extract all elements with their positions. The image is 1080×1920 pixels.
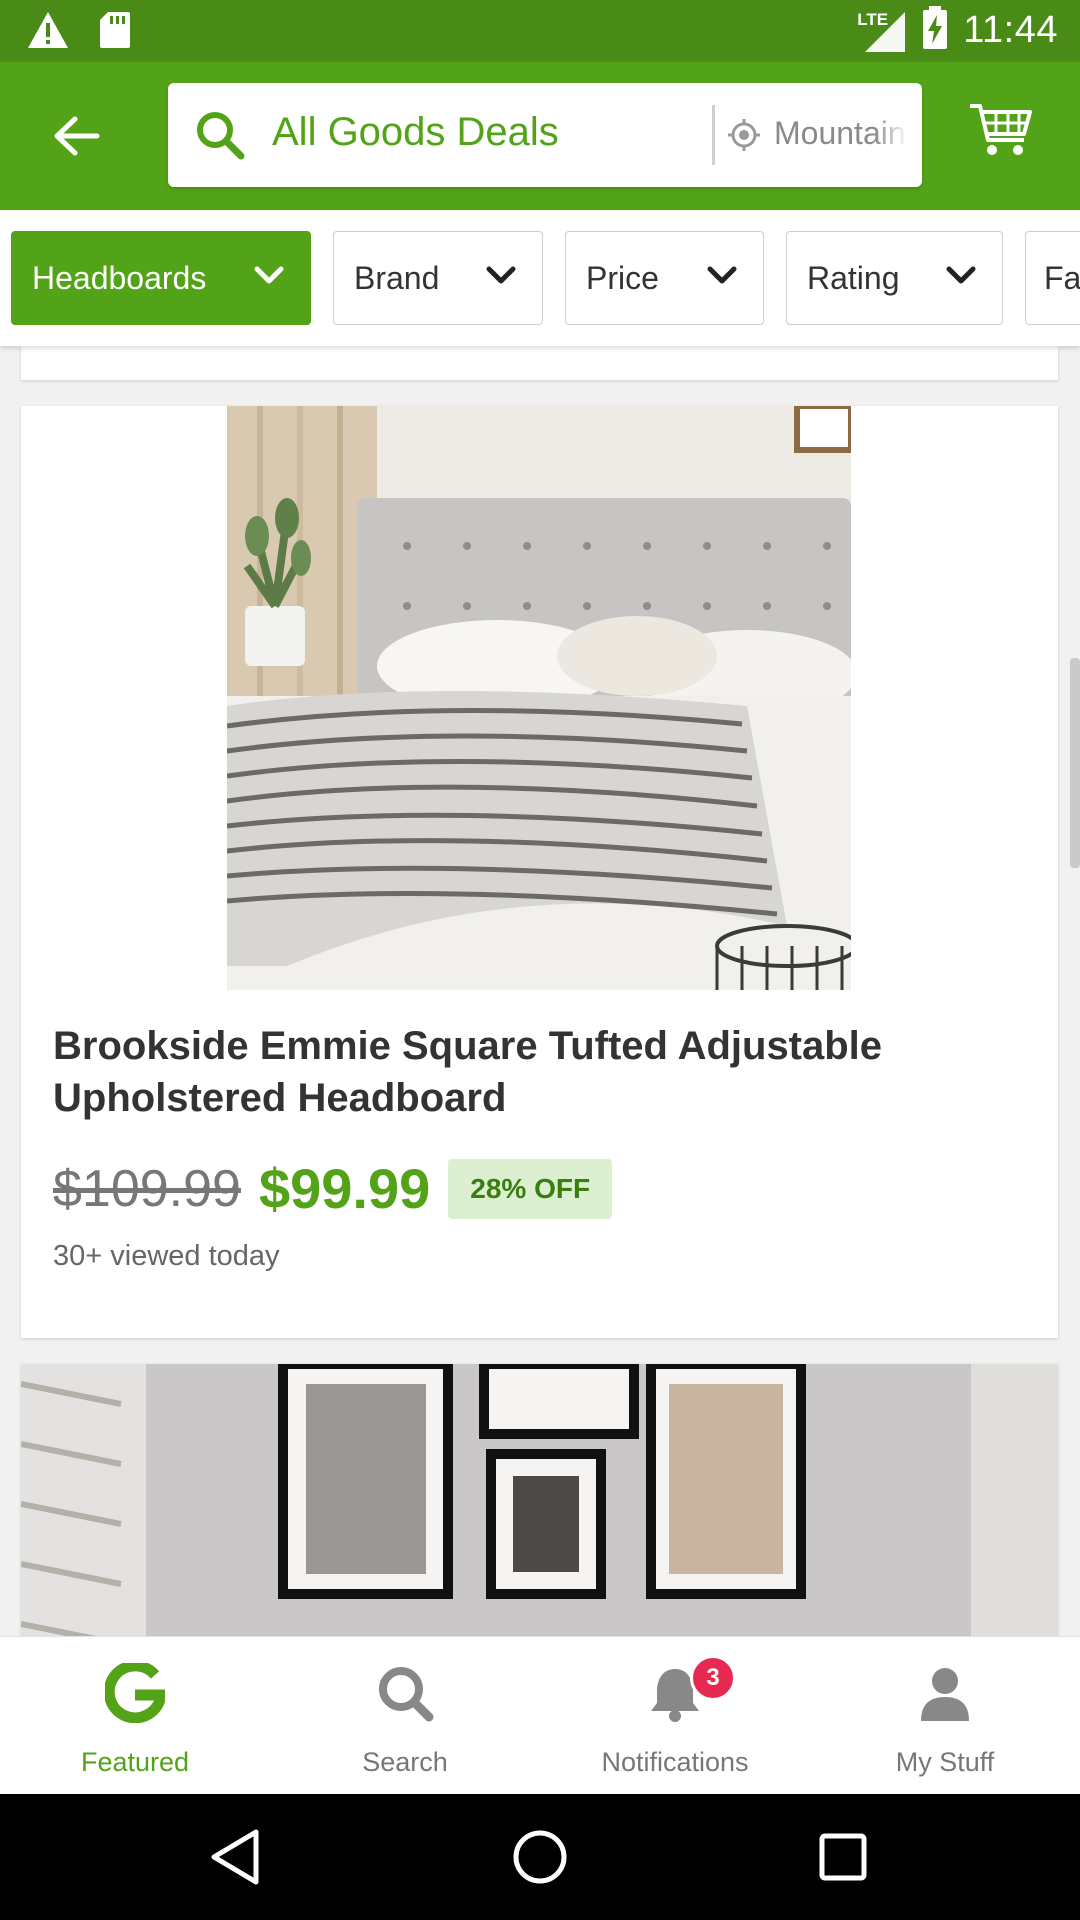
cart-icon (970, 104, 1032, 155)
previous-deal-card[interactable] (21, 346, 1058, 380)
location-icon (726, 117, 762, 158)
next-deal-card[interactable] (21, 1364, 1058, 1636)
warning-icon (26, 10, 70, 55)
filter-chip-brand[interactable]: Brand (333, 231, 543, 325)
nav-featured[interactable]: Featured (0, 1637, 270, 1795)
nav-label: My Stuff (895, 1747, 995, 1777)
status-bar: LTE 11:44 (0, 0, 1080, 62)
back-arrow-icon (54, 116, 100, 156)
sd-card-icon (98, 10, 132, 55)
location-text[interactable]: Mountain View (774, 115, 908, 152)
nav-notifications[interactable]: 3 Notifications (540, 1637, 810, 1795)
system-navigation-bar (0, 1794, 1080, 1920)
chevron-down-icon (946, 266, 976, 284)
search-icon (194, 109, 246, 166)
deal-title[interactable]: Brookside Emmie Square Tufted Adjustable… (53, 1020, 993, 1124)
deal-card[interactable]: Brookside Emmie Square Tufted Adjustable… (21, 406, 1058, 1338)
discount-badge: 28% OFF (448, 1158, 613, 1219)
filter-chip-label: Rating (807, 259, 900, 296)
filter-chip-headboards[interactable]: Headboards (11, 231, 311, 325)
nav-my-stuff[interactable]: My Stuff (810, 1637, 1080, 1795)
filter-chip-more[interactable]: Fa (1025, 231, 1080, 325)
filter-chip-label: Brand (354, 259, 440, 296)
clock: 11:44 (963, 9, 1058, 51)
notification-count-badge: 3 (690, 1655, 736, 1701)
product-image[interactable] (227, 406, 851, 990)
search-bar[interactable]: All Goods Deals Mountain View (168, 83, 922, 187)
filter-chip-label: Price (586, 259, 659, 296)
filter-chip-rating[interactable]: Rating (786, 231, 1003, 325)
groupon-g-icon (105, 1663, 165, 1723)
nav-label: Featured (80, 1747, 190, 1777)
search-query-text[interactable]: All Goods Deals (272, 110, 559, 155)
signal-icon: LTE (857, 8, 907, 54)
nav-label: Search (362, 1747, 448, 1777)
person-icon (921, 1668, 969, 1721)
back-button[interactable] (40, 100, 112, 172)
sale-price: $99.99 (258, 1157, 431, 1220)
nav-search[interactable]: Search (270, 1637, 540, 1795)
filter-chip-label: Headboards (32, 259, 207, 296)
views-count: 30+ viewed today (53, 1240, 280, 1272)
system-back-icon[interactable] (200, 1822, 270, 1892)
cart-button[interactable] (968, 100, 1060, 172)
scrollbar[interactable] (1070, 658, 1080, 868)
filter-bar: Headboards Brand Price Rating Fa (0, 210, 1080, 346)
nav-label: Notifications (601, 1747, 749, 1777)
search-divider (712, 105, 715, 165)
search-icon (379, 1667, 434, 1722)
chevron-down-icon (486, 266, 516, 284)
chevron-down-icon (254, 266, 284, 284)
next-deal-image (21, 1364, 1058, 1636)
price-row: $109.99 $99.99 28% OFF (53, 1156, 613, 1221)
filter-chip-price[interactable]: Price (565, 231, 764, 325)
filter-chip-label: Fa (1044, 259, 1080, 296)
battery-charging-icon (921, 6, 949, 55)
system-home-icon[interactable] (505, 1822, 575, 1892)
top-app-bar: All Goods Deals Mountain View (0, 62, 1080, 210)
network-label: LTE (857, 9, 889, 29)
original-price: $109.99 (53, 1159, 241, 1218)
chevron-down-icon (707, 266, 737, 284)
bottom-navigation: Featured Search 3 Notifications My Stuff (0, 1636, 1080, 1795)
system-recents-icon[interactable] (808, 1822, 878, 1892)
